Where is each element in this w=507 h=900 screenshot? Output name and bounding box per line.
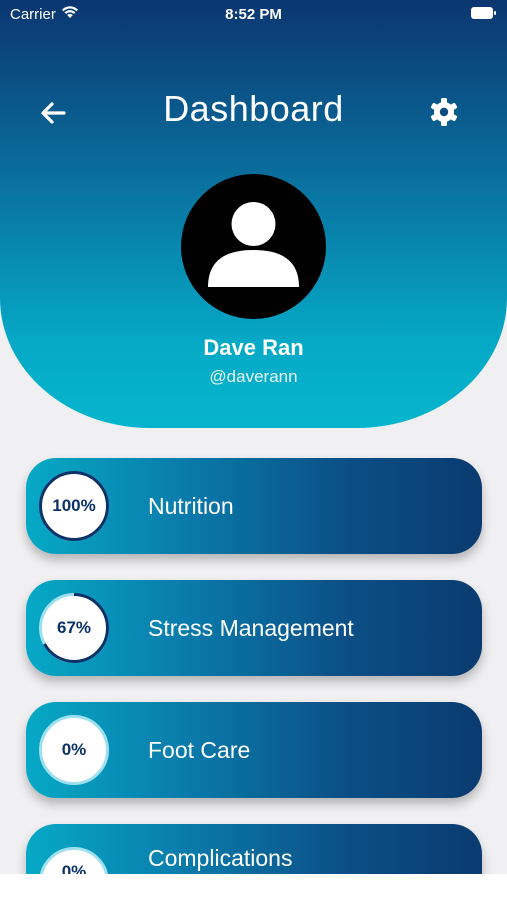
module-card-foot-care[interactable]: 0% Foot Care xyxy=(26,702,482,798)
progress-percent: 0% xyxy=(61,740,87,759)
status-time: 8:52 PM xyxy=(225,6,282,23)
status-bar: Carrier 8:52 PM xyxy=(0,0,507,30)
progress-percent: 100% xyxy=(52,496,96,515)
user-name: Dave Ran xyxy=(203,335,304,360)
module-card-stress-management[interactable]: 67% Stress Management xyxy=(26,580,482,676)
module-card-nutrition[interactable]: 100% Nutrition xyxy=(26,458,482,554)
bottom-safe-area xyxy=(0,874,507,900)
settings-button[interactable] xyxy=(428,96,460,128)
avatar[interactable] xyxy=(181,174,326,319)
battery-icon xyxy=(471,7,496,19)
module-label: Stress Management xyxy=(148,615,354,641)
user-silhouette-icon xyxy=(208,202,299,287)
module-label: Foot Care xyxy=(148,737,251,763)
gear-icon xyxy=(430,98,458,126)
module-label: Nutrition xyxy=(148,493,234,519)
progress-percent: 67% xyxy=(56,618,92,637)
user-handle: @daverann xyxy=(209,367,298,386)
